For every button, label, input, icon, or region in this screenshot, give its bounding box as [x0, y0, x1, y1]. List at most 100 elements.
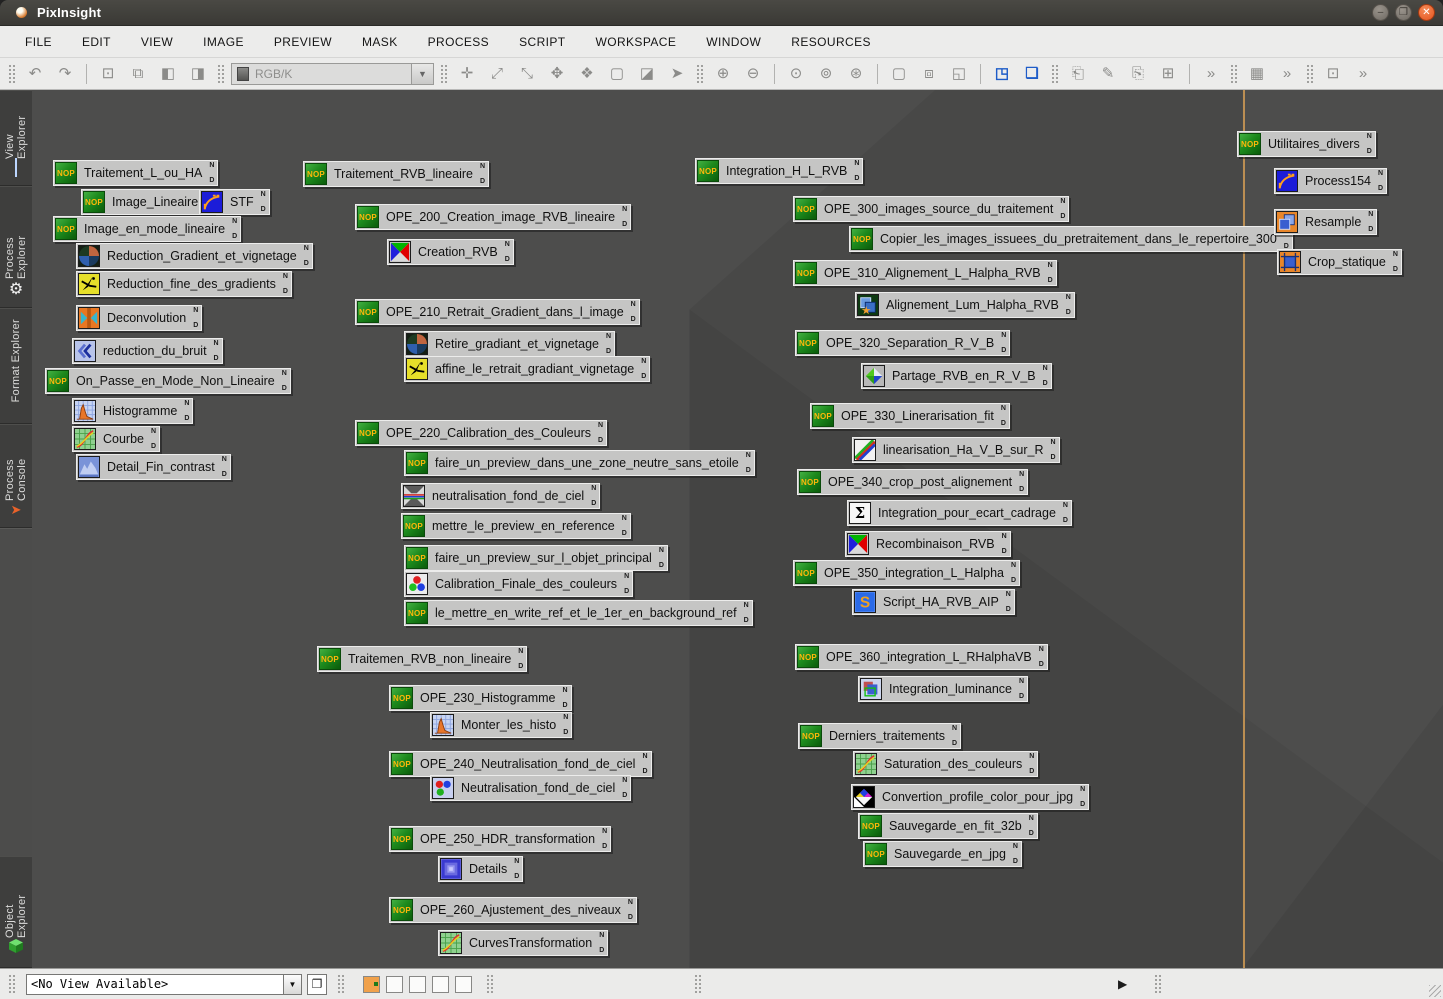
dock-tab-view-explorer[interactable]: View Explorer	[0, 90, 32, 186]
workspace-thumbnail-4[interactable]	[432, 976, 449, 993]
instance-n-handle[interactable]: N	[1029, 753, 1034, 760]
process-icon-item[interactable]: Alignement_Lum_Halpha_RVBND	[855, 292, 1075, 318]
instance-n-handle[interactable]: N	[209, 162, 214, 169]
instance-n-handle[interactable]: N	[591, 485, 596, 492]
instance-d-handle[interactable]: D	[641, 373, 646, 380]
instance-d-handle[interactable]: D	[854, 175, 859, 182]
instance-n-handle[interactable]: N	[1006, 591, 1011, 598]
instance-d-handle[interactable]: D	[622, 792, 627, 799]
process-icon-item[interactable]: NOPmettre_le_preview_en_referenceND	[401, 513, 631, 539]
process-icon-item[interactable]: Recombinaison_RVBND	[845, 531, 1011, 557]
instance-d-handle[interactable]: D	[518, 663, 523, 670]
instance-n-handle[interactable]: N	[952, 725, 957, 732]
zoom-custom-icon[interactable]: ⊛	[841, 63, 871, 85]
overflow-chevron-icon[interactable]: »	[1348, 63, 1378, 85]
process-icon-item[interactable]: NOPSauvegarde_en_jpgND	[863, 841, 1022, 867]
menu-item-image[interactable]: IMAGE	[188, 29, 259, 55]
expand-mode-icon[interactable]: ⤢	[482, 63, 512, 85]
select-rect-icon[interactable]: ▢	[884, 63, 914, 85]
process-icon-item[interactable]: ΣIntegration_pour_ecart_cadrageND	[847, 500, 1072, 526]
instance-n-handle[interactable]: N	[659, 547, 664, 554]
instance-d-handle[interactable]: D	[1051, 454, 1056, 461]
toolbar-grip[interactable]	[1230, 64, 1238, 84]
instance-n-handle[interactable]: N	[1368, 211, 1373, 218]
undo-icon[interactable]: ↶	[20, 63, 50, 85]
process-icon-item[interactable]: NOPOPE_340_crop_post_alignementND	[797, 469, 1028, 495]
instance-n-handle[interactable]: N	[304, 245, 309, 252]
instance-n-handle[interactable]: N	[505, 241, 510, 248]
instance-n-handle[interactable]: N	[1013, 843, 1018, 850]
instance-d-handle[interactable]: D	[1006, 606, 1011, 613]
instance-n-handle[interactable]: N	[184, 400, 189, 407]
instance-d-handle[interactable]: D	[1002, 548, 1007, 555]
process-icon-item[interactable]: Saturation_des_couleursND	[853, 751, 1038, 777]
window-right-icon[interactable]: ◨	[183, 63, 213, 85]
instance-n-handle[interactable]: N	[1051, 439, 1056, 446]
title-bar[interactable]: PixInsight –❐✕	[0, 0, 1443, 26]
instance-d-handle[interactable]: D	[261, 206, 266, 213]
instance-d-handle[interactable]: D	[1013, 858, 1018, 865]
process-icon-item[interactable]: STFND	[199, 189, 270, 215]
overflow-chevron-icon[interactable]: »	[1196, 63, 1226, 85]
workspace-thumbnail-1[interactable]	[363, 976, 380, 993]
process-icon-item[interactable]: NOPDerniers_traitementsND	[798, 723, 961, 749]
instance-d-handle[interactable]: D	[642, 768, 647, 775]
process-icon-item[interactable]: Reduction_Gradient_et_vignetageND	[76, 243, 313, 269]
select-multiple-icon[interactable]: ⧈	[914, 63, 944, 85]
menu-item-script[interactable]: SCRIPT	[504, 29, 580, 55]
instance-n-handle[interactable]: N	[1063, 502, 1068, 509]
instance-d-handle[interactable]: D	[624, 588, 629, 595]
instance-n-handle[interactable]: N	[1043, 365, 1048, 372]
menu-item-view[interactable]: VIEW	[126, 29, 188, 55]
instance-d-handle[interactable]: D	[151, 443, 156, 450]
close-button[interactable]: ✕	[1418, 4, 1435, 21]
instance-d-handle[interactable]: D	[622, 530, 627, 537]
instance-d-handle[interactable]: D	[622, 221, 627, 228]
process-icon-item[interactable]: NOPOPE_240_Neutralisation_fond_de_cielND	[389, 751, 652, 777]
process-icon-item[interactable]: HistogrammeND	[72, 398, 193, 424]
process-icon-item[interactable]: NOPOPE_200_Creation_image_RVB_lineaireND	[355, 204, 631, 230]
process-icon-item[interactable]: NOPOPE_300_images_source_du_traitementND	[793, 196, 1069, 222]
chevron-down-icon[interactable]: ▼	[411, 64, 433, 84]
workspace-thumbnail-3[interactable]	[409, 976, 426, 993]
instance-n-handle[interactable]: N	[562, 687, 567, 694]
workspace-thumbnail-2[interactable]	[386, 976, 403, 993]
process-icon-item[interactable]: reduction_du_bruitND	[72, 338, 223, 364]
instance-d-handle[interactable]: D	[1001, 347, 1006, 354]
zoom-in-icon[interactable]: ⊕	[708, 63, 738, 85]
instance-d-handle[interactable]: D	[480, 178, 485, 185]
instance-d-handle[interactable]: D	[591, 500, 596, 507]
instance-n-handle[interactable]: N	[746, 452, 751, 459]
process-icon-item[interactable]: DetailsND	[438, 856, 523, 882]
instance-n-handle[interactable]: N	[622, 515, 627, 522]
instance-n-handle[interactable]: N	[622, 206, 627, 213]
instance-d-handle[interactable]: D	[606, 348, 611, 355]
center-image-icon[interactable]: ❖	[572, 63, 602, 85]
instance-n-handle[interactable]: N	[744, 602, 749, 609]
toolbar-grip[interactable]	[1051, 64, 1059, 84]
fit-window-icon[interactable]: ◳	[987, 63, 1017, 85]
process-icon-item[interactable]: Detail_Fin_contrastND	[76, 454, 231, 480]
process-icon-item[interactable]: Neutralisation_fond_de_cielND	[430, 775, 631, 801]
statusbar-grip[interactable]	[337, 974, 345, 994]
process-icon-item[interactable]: Crop_statiqueND	[1277, 249, 1402, 275]
instance-n-handle[interactable]: N	[1019, 678, 1024, 685]
instance-n-handle[interactable]: N	[631, 301, 636, 308]
instance-d-handle[interactable]: D	[1001, 420, 1006, 427]
track-view-icon[interactable]: ✛	[452, 63, 482, 85]
pan-mode-icon[interactable]: ✥	[542, 63, 572, 85]
instance-d-handle[interactable]: D	[1048, 277, 1053, 284]
instance-n-handle[interactable]: N	[641, 358, 646, 365]
add-instance-icon[interactable]: ⊞	[1153, 63, 1183, 85]
instance-n-handle[interactable]: N	[261, 191, 266, 198]
instance-d-handle[interactable]: D	[628, 914, 633, 921]
dock-tab-object-explorer[interactable]: Object Explorer	[0, 856, 32, 968]
instance-n-handle[interactable]: N	[1048, 262, 1053, 269]
instance-d-handle[interactable]: D	[283, 288, 288, 295]
instance-n-handle[interactable]: N	[193, 307, 198, 314]
toolbar-grip[interactable]	[1306, 64, 1314, 84]
instance-d-handle[interactable]: D	[599, 947, 604, 954]
instance-d-handle[interactable]: D	[659, 562, 664, 569]
new-preview-icon[interactable]: ▢	[602, 63, 632, 85]
instance-d-handle[interactable]: D	[1060, 213, 1065, 220]
